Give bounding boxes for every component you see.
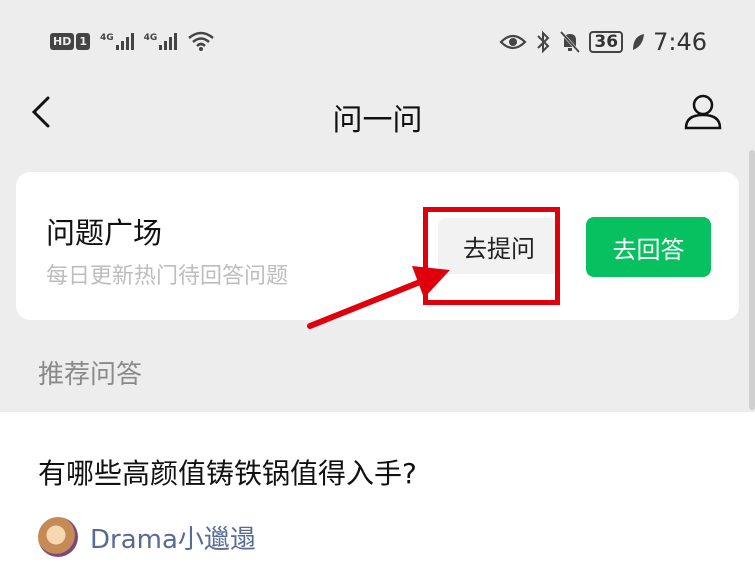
card-subtitle: 每日更新热门待回答问题 <box>46 264 289 289</box>
arrow-annotation-icon <box>307 266 450 329</box>
eye-icon <box>499 34 527 50</box>
scrollbar[interactable] <box>749 150 755 410</box>
mute-bell-icon <box>560 30 581 54</box>
person-icon[interactable] <box>683 92 723 132</box>
author-name: Drama小邋遢 <box>90 524 256 555</box>
hd-label: HD <box>50 32 75 50</box>
card-title: 问题广场 <box>46 216 163 250</box>
section-label: 推荐问答 <box>38 360 143 390</box>
avatar <box>38 517 78 557</box>
wifi-icon <box>188 31 215 51</box>
page-title: 问一问 <box>332 103 423 138</box>
answer-button[interactable]: 去回答 <box>586 217 711 277</box>
signal-1-label: 4G <box>100 32 114 43</box>
status-right: 36 7:46 <box>499 28 707 56</box>
author-row[interactable]: Drama小邋遢 <box>38 517 256 557</box>
hd-badge: HD 1 <box>50 32 90 50</box>
status-left: HD 1 4G 4G <box>50 30 215 52</box>
nav-header: 问一问 <box>0 80 755 150</box>
feed-list: 有哪些高颜值铸铁锅值得入手? Drama小邋遢 <box>0 412 755 564</box>
signal-1-icon: 4G <box>100 32 134 50</box>
signal-2-icon: 4G <box>143 32 178 50</box>
battery-indicator: 36 <box>589 31 624 53</box>
bluetooth-icon <box>537 30 550 54</box>
leaf-icon <box>633 34 645 50</box>
signal-2-label: 4G <box>143 32 158 43</box>
clock: 7:46 <box>653 28 707 56</box>
question-title[interactable]: 有哪些高颜值铸铁锅值得入手? <box>38 452 417 492</box>
status-bar: HD 1 4G 4G 36 7:46 <box>0 0 755 80</box>
sim-label: 1 <box>76 32 90 50</box>
